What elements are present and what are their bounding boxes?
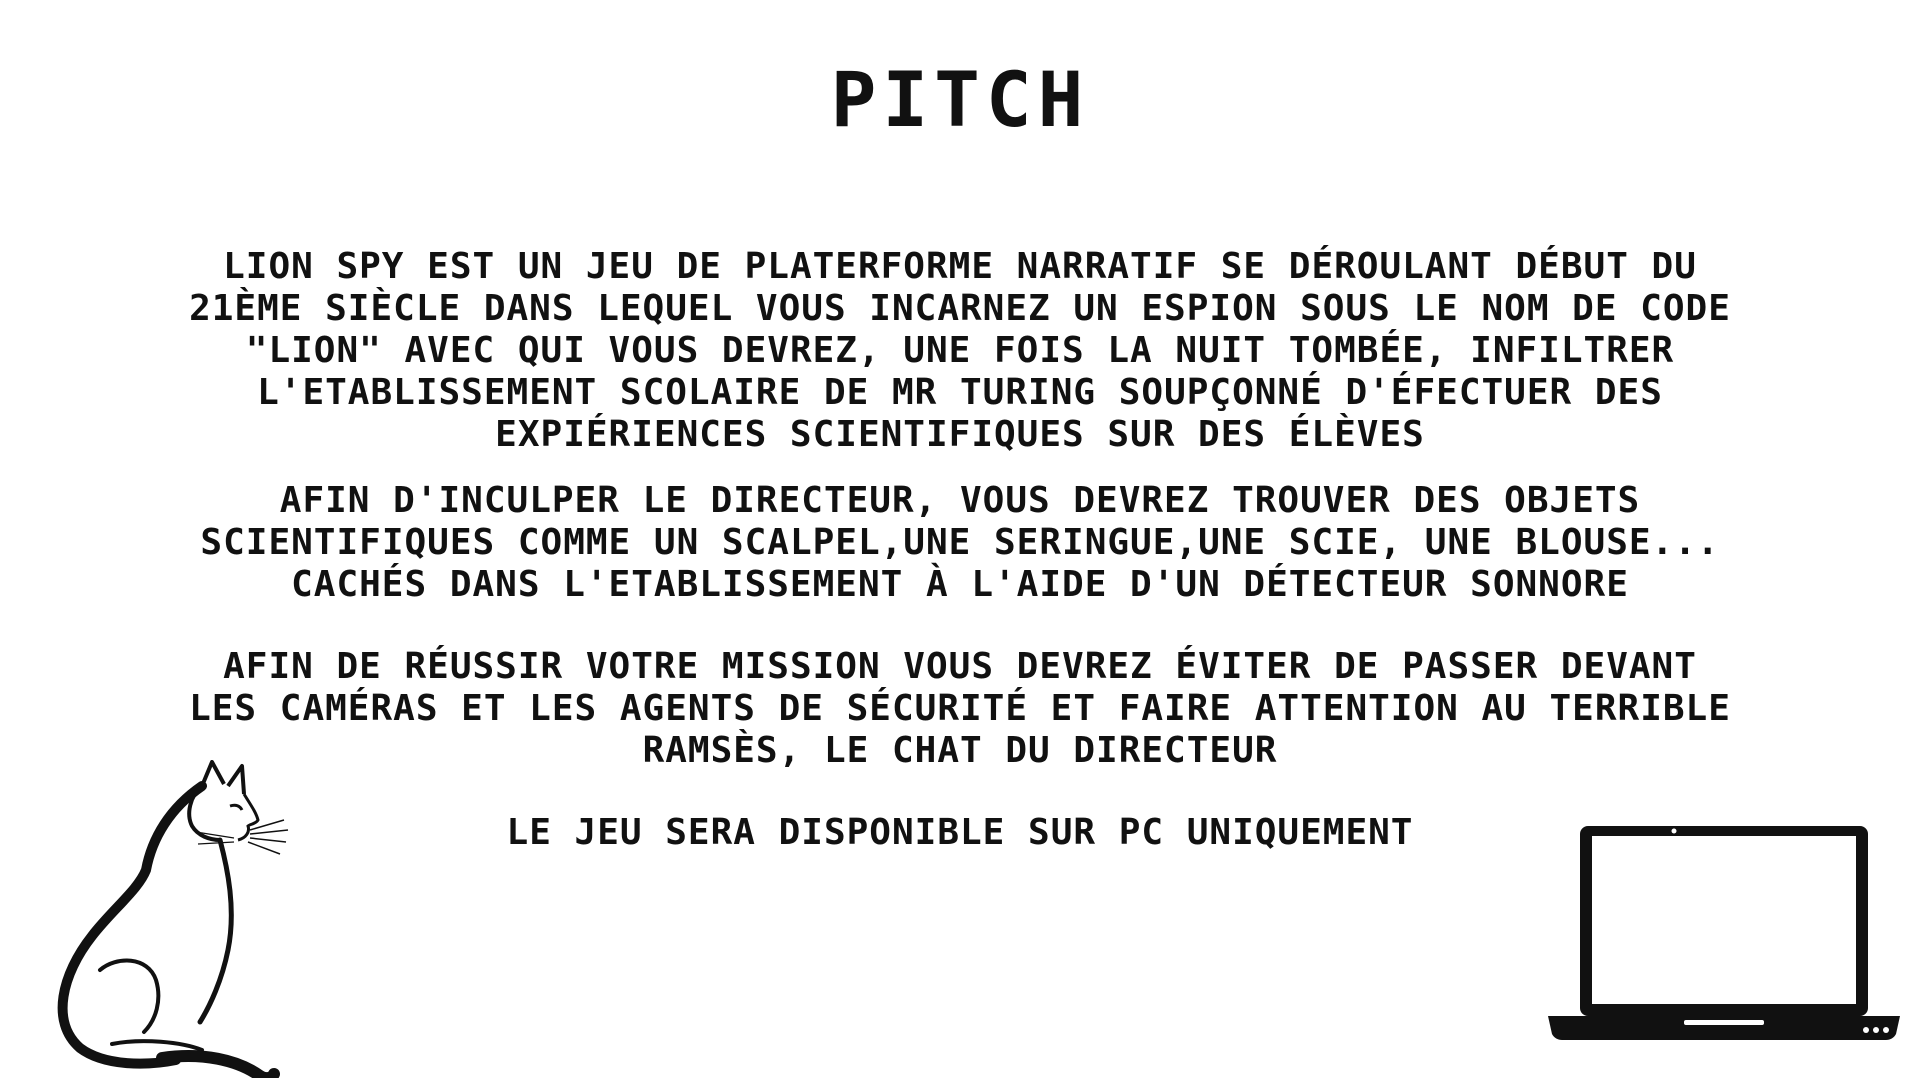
paragraph-line: L'ETABLISSEMENT SCOLAIRE DE MR TURING SO… bbox=[257, 372, 1663, 413]
paragraph-line: AFIN DE RÉUSSIR VOTRE MISSION VOUS DEVRE… bbox=[223, 646, 1697, 687]
pitch-slide: PITCH LION SPY EST UN JEU DE PLATERFORME… bbox=[0, 0, 1920, 1080]
paragraph-line: CACHÉS DANS L'ETABLISSEMENT À L'AIDE D'U… bbox=[291, 564, 1629, 605]
paragraph-line: "LION" AVEC QUI VOUS DEVREZ, UNE FOIS LA… bbox=[245, 330, 1675, 371]
paragraph-line: 21ÈME SIÈCLE DANS LEQUEL VOUS INCARNEZ U… bbox=[189, 288, 1731, 329]
cat-illustration bbox=[57, 760, 289, 1078]
paragraph-line: LION SPY EST UN JEU DE PLATERFORME NARRA… bbox=[223, 246, 1697, 287]
laptop-icon bbox=[1548, 826, 1900, 1040]
paragraph-line: SCIENTIFIQUES COMME UN SCALPEL,UNE SERIN… bbox=[200, 522, 1720, 563]
paragraph-objects: AFIN D'INCULPER LE DIRECTEUR, VOUS DEVRE… bbox=[60, 480, 1860, 606]
paragraph-line: LES CAMÉRAS ET LES AGENTS DE SÉCURITÉ ET… bbox=[189, 688, 1731, 729]
paragraph-line: RAMSÈS, LE CHAT DU DIRECTEUR bbox=[642, 730, 1278, 771]
paragraph-line: EXPIÉRIENCES SCIENTIFIQUES SUR DES ÉLÈVE… bbox=[495, 414, 1425, 455]
paragraph-intro: LION SPY EST UN JEU DE PLATERFORME NARRA… bbox=[60, 246, 1860, 456]
paragraph-mission: AFIN DE RÉUSSIR VOTRE MISSION VOUS DEVRE… bbox=[60, 646, 1860, 772]
paragraph-line: AFIN D'INCULPER LE DIRECTEUR, VOUS DEVRE… bbox=[279, 480, 1641, 521]
slide-title: PITCH bbox=[830, 55, 1090, 144]
